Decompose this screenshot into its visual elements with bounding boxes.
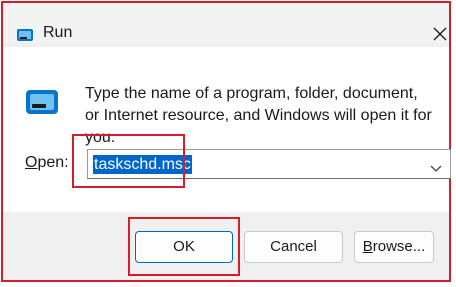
window-title: Run xyxy=(43,24,73,41)
close-icon[interactable] xyxy=(433,27,447,41)
open-label-accelerator: O xyxy=(25,154,38,171)
chevron-down-icon[interactable] xyxy=(430,160,442,178)
dialog-body: Type the name of a program, folder, docu… xyxy=(3,47,449,212)
title-bar: Run xyxy=(3,3,449,43)
run-icon xyxy=(16,28,34,47)
browse-button[interactable]: Browse... xyxy=(354,231,434,263)
browse-accelerator: B xyxy=(362,238,373,255)
ok-button[interactable]: OK xyxy=(135,231,233,263)
cancel-button[interactable]: Cancel xyxy=(244,231,343,263)
dialog-message: Type the name of a program, folder, docu… xyxy=(85,85,432,146)
open-combobox[interactable]: taskschd.msc xyxy=(87,149,451,179)
browse-label: rowse... xyxy=(372,238,426,255)
open-label: Open: xyxy=(25,154,69,172)
open-input-value[interactable]: taskschd.msc xyxy=(93,155,192,174)
run-dialog-window: Run Type the name of a program, folder, … xyxy=(1,1,451,282)
open-label-text: pen: xyxy=(37,154,69,171)
run-program-icon xyxy=(25,89,59,120)
